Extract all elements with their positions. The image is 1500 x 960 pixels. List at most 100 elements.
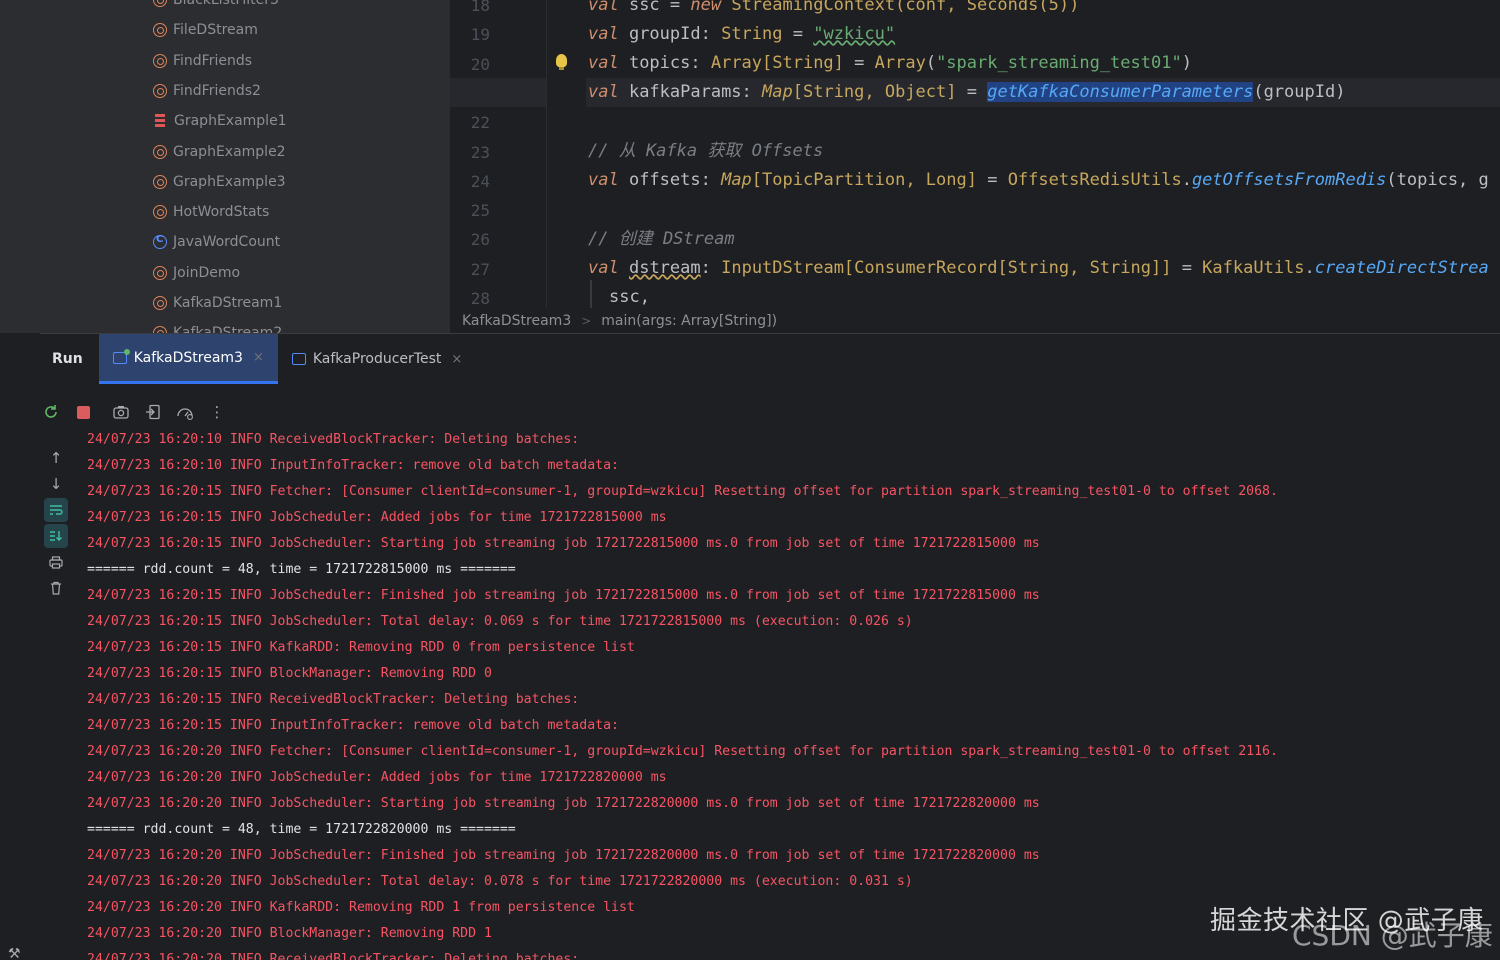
editor-gutter: 1819202122232425262728 bbox=[450, 0, 546, 308]
line-number: 23 bbox=[470, 142, 490, 162]
profiler-icon[interactable] bbox=[174, 401, 196, 423]
tab-kafkaproducertest[interactable]: KafkaProducerTest × bbox=[278, 334, 476, 384]
clear-all-icon[interactable] bbox=[44, 576, 68, 600]
tree-item[interactable]: GraphExample1 bbox=[153, 106, 287, 136]
scroll-up-icon[interactable]: ↑ bbox=[44, 446, 68, 470]
print-icon[interactable] bbox=[44, 550, 68, 574]
more-options-icon[interactable]: ⋮ bbox=[206, 401, 228, 423]
keyword: val bbox=[588, 170, 619, 190]
console-log-line: 24/07/23 16:20:15 INFO ReceivedBlockTrac… bbox=[87, 692, 580, 707]
tree-item[interactable]: JoinDemo bbox=[153, 258, 240, 288]
code-text: = bbox=[843, 53, 875, 73]
console-log-line: 24/07/23 16:20:15 INFO KafkaRDD: Removin… bbox=[87, 640, 635, 655]
code-text: = bbox=[782, 24, 814, 44]
type-name: [TopicPartition, Long] bbox=[751, 170, 977, 190]
code-line-20: val topics: Array[String] = Array("spark… bbox=[588, 49, 1192, 78]
breadcrumb-file[interactable]: KafkaDStream3 bbox=[462, 313, 571, 329]
close-icon[interactable]: × bbox=[451, 352, 462, 367]
console-log-line: 24/07/23 16:20:15 INFO JobScheduler: Tot… bbox=[87, 614, 913, 629]
console-output[interactable]: 24/07/23 16:20:10 INFO ReceivedBlockTrac… bbox=[87, 428, 1487, 960]
scala-file-icon bbox=[155, 114, 165, 129]
run-config-icon bbox=[291, 353, 306, 365]
type-name: String bbox=[721, 24, 783, 44]
tree-item[interactable]: KafkaDStream1 bbox=[153, 288, 282, 318]
tree-item-label: FileDStream bbox=[173, 22, 258, 39]
indent-guide bbox=[590, 280, 592, 308]
code-text: ( bbox=[925, 53, 937, 73]
console-stdout-line: ====== rdd.count = 48, time = 1721722820… bbox=[87, 822, 516, 837]
tree-item[interactable]: KafkaDStream2 bbox=[153, 318, 282, 333]
code-line-21: val kafkaParams: Map[String, Object] = g… bbox=[588, 78, 1345, 107]
string-literal: "spark_streaming_test01" bbox=[936, 53, 1182, 73]
tab-kafkadstream3[interactable]: KafkaDStream3 × bbox=[98, 334, 278, 384]
code-line-27: val dstream: InputDStream[ConsumerRecord… bbox=[588, 254, 1489, 283]
object-icon bbox=[153, 265, 167, 280]
breadcrumb-method[interactable]: main(args: Array[String]) bbox=[601, 313, 777, 329]
tree-item[interactable]: GraphExample2 bbox=[153, 137, 286, 167]
function-call: getOffsetsFromRedis bbox=[1191, 170, 1387, 190]
tree-item[interactable]: FileDStream bbox=[153, 15, 258, 45]
build-tool-icon[interactable]: ⚒ bbox=[8, 946, 26, 960]
code-text: kafkaParams: bbox=[618, 82, 763, 102]
tree-item[interactable]: JavaWordCount bbox=[153, 227, 280, 257]
stop-icon[interactable] bbox=[72, 401, 94, 423]
console-log-line: 24/07/23 16:20:15 INFO InputInfoTracker:… bbox=[87, 718, 619, 733]
line-number: 27 bbox=[470, 259, 490, 279]
tree-item-label: FindFriends2 bbox=[173, 82, 261, 99]
code-line-19: val groupId: String = "wzkicu" bbox=[588, 20, 895, 49]
keyword: new bbox=[690, 0, 722, 15]
keyword: val bbox=[588, 24, 619, 44]
code-text: ) bbox=[1181, 53, 1192, 73]
object-icon bbox=[153, 205, 167, 220]
code-line-18: val ssc = new StreamingContext(conf, Sec… bbox=[588, 0, 1079, 20]
type-name: Array bbox=[874, 53, 926, 73]
tree-item-label: GraphExample2 bbox=[173, 143, 286, 160]
rerun-icon[interactable] bbox=[40, 401, 62, 423]
type-name: Array[String] bbox=[710, 53, 844, 73]
gutter-divider bbox=[546, 0, 586, 308]
code-line-28: ssc, bbox=[609, 283, 650, 308]
code-text: = bbox=[956, 82, 988, 102]
console-log-line: 24/07/23 16:20:15 INFO BlockManager: Rem… bbox=[87, 666, 492, 681]
console-log-line: 24/07/23 16:20:20 INFO Fetcher: [Consume… bbox=[87, 744, 1278, 759]
console-log-line: 24/07/23 16:20:20 INFO JobScheduler: Tot… bbox=[87, 874, 913, 889]
tree-item[interactable]: HotWordStats bbox=[153, 197, 269, 227]
console-log-line: 24/07/23 16:20:15 INFO JobScheduler: Fin… bbox=[87, 588, 1040, 603]
tree-item-label: GraphExample3 bbox=[173, 173, 286, 190]
console-log-line: 24/07/23 16:20:20 INFO ReceivedBlockTrac… bbox=[87, 952, 580, 960]
console-log-line: 24/07/23 16:20:20 INFO JobScheduler: Add… bbox=[87, 770, 667, 785]
code-editor[interactable]: val ssc = new StreamingContext(conf, Sec… bbox=[588, 0, 1500, 308]
line-number: 19 bbox=[470, 25, 490, 45]
restore-layout-icon[interactable] bbox=[142, 401, 164, 423]
camera-icon[interactable] bbox=[110, 401, 132, 423]
breadcrumb: KafkaDStream3 > main(args: Array[String]… bbox=[450, 308, 1500, 333]
code-line-26: // 创建 DStream bbox=[588, 225, 735, 254]
tree-item[interactable]: BlackListFilter3 bbox=[153, 0, 279, 15]
code-text: topics: bbox=[618, 53, 711, 73]
type-name: Map bbox=[762, 82, 793, 102]
code-line-23: // 从 Kafka 获取 Offsets bbox=[588, 137, 823, 166]
keyword: val bbox=[588, 258, 619, 278]
tree-item[interactable]: GraphExample3 bbox=[153, 167, 286, 197]
object-icon bbox=[153, 83, 167, 98]
code-text: (groupId) bbox=[1253, 82, 1346, 102]
code-comment: // 创建 DStream bbox=[588, 229, 735, 249]
type-name: InputDStream[ConsumerRecord[String, Stri… bbox=[721, 258, 1172, 278]
keyword: val bbox=[588, 53, 619, 73]
line-number: 22 bbox=[470, 113, 490, 133]
scroll-down-icon[interactable]: ↓ bbox=[44, 472, 68, 496]
tree-item[interactable]: FindFriends2 bbox=[153, 76, 261, 106]
close-icon[interactable]: × bbox=[253, 350, 264, 365]
tree-item[interactable]: FindFriends bbox=[153, 46, 252, 76]
scroll-to-end-icon[interactable] bbox=[44, 524, 68, 548]
intention-bulb-icon[interactable] bbox=[556, 54, 567, 70]
object-icon bbox=[153, 326, 167, 333]
tab-label: KafkaProducerTest bbox=[312, 351, 442, 367]
soft-wrap-icon[interactable] bbox=[44, 498, 68, 522]
console-log-line: 24/07/23 16:20:15 INFO Fetcher: [Consume… bbox=[87, 484, 1278, 499]
tree-item-label: JoinDemo bbox=[173, 264, 241, 281]
line-number: 18 bbox=[470, 0, 490, 15]
object-icon bbox=[153, 53, 167, 68]
code-text: groupId: bbox=[618, 24, 722, 44]
